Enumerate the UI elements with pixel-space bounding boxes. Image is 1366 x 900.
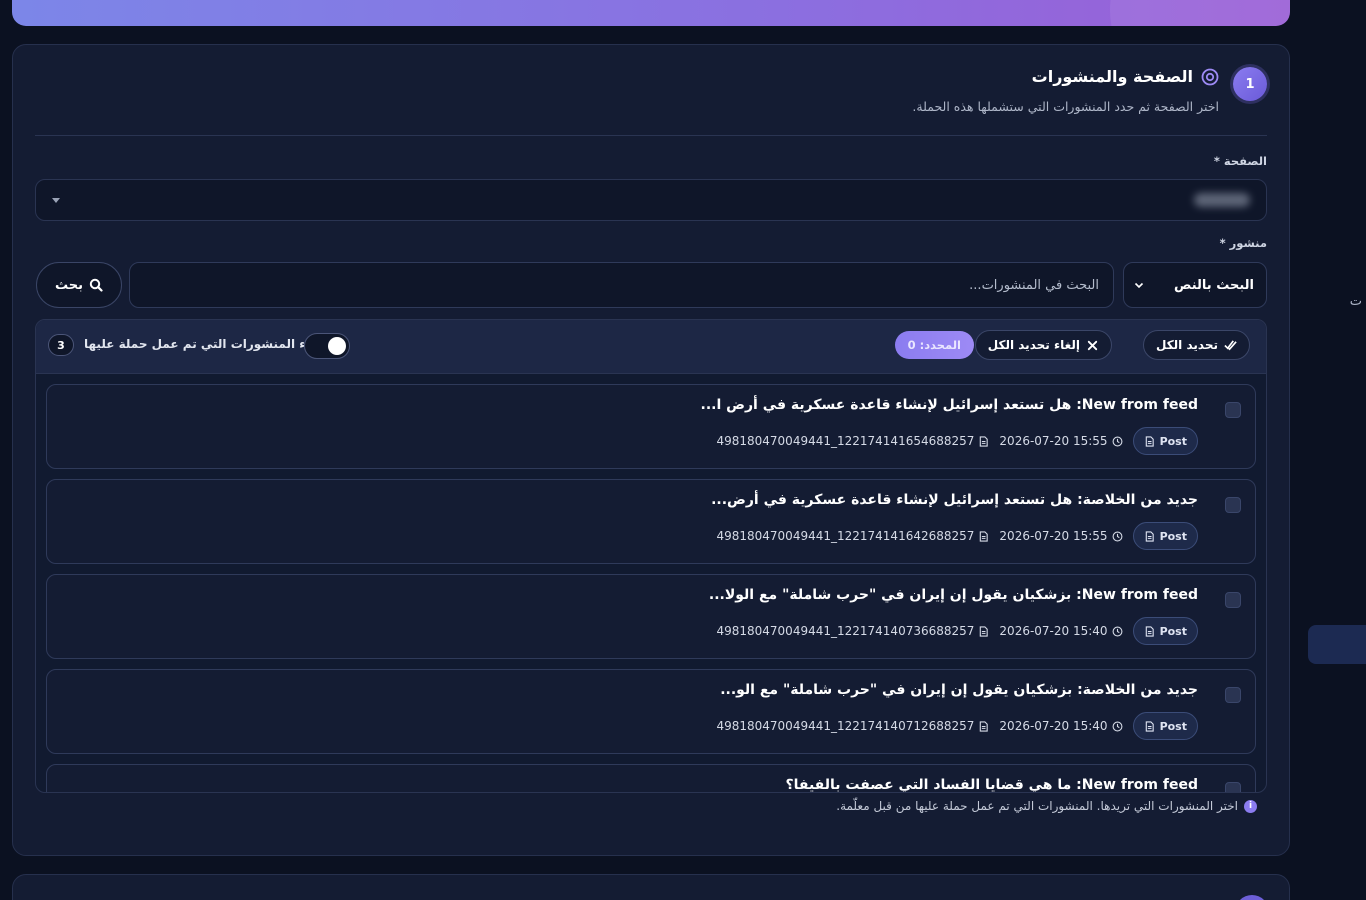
clock-icon [1112,531,1123,542]
step-badge: 1 [1233,67,1267,101]
next-section-card [12,874,1290,900]
section-subtitle: اختر الصفحة ثم حدد المنشورات التي ستشمله… [912,99,1219,114]
post-id-text: 498180470049441_122174140736688257 [716,624,975,638]
file-icon [978,435,989,447]
post-datetime-text: 2026-07-20 15:55 [999,434,1108,448]
post-datetime-text: 2026-07-20 15:55 [999,529,1108,543]
file-icon [1144,435,1155,447]
divider [35,135,1267,136]
post-id: 498180470049441_122174141654688257 [716,434,989,448]
post-meta: Post 2026-07-20 15:40 498180470049441_1221… [716,617,1198,645]
post-meta: Post 2026-07-20 15:40 498180470049441_1221… [716,712,1198,740]
chevron-down-icon [52,198,60,203]
double-check-icon [1224,339,1237,350]
post-type-label: Post [1159,719,1187,733]
post-id-text: 498180470049441_122174140712688257 [716,719,975,733]
selected-page-value [1194,193,1250,207]
hide-campaigned-label: إخفاء المنشورات التي تم عمل حملة عليها [84,337,332,351]
post-field-label: منشور * [1219,236,1267,250]
post-datetime: 2026-07-20 15:40 [999,719,1123,733]
post-datetime: 2026-07-20 15:40 [999,624,1123,638]
post-title: جديد من الخلاصة: هل تستعد إسرائيل لإنشاء… [711,492,1198,508]
post-item[interactable]: جديد من الخلاصة: بزشكيان يقول إن إيران ف… [46,669,1256,754]
hint-text: اختر المنشورات التي تريدها. المنشورات ال… [836,799,1238,813]
select-all-label: تحديد الكل [1155,338,1218,352]
file-icon [978,530,989,542]
post-meta: Post 2026-07-20 15:55 498180470049441_1221… [716,427,1198,455]
section-header: الصفحة والمنشورات [1032,67,1219,86]
post-item[interactable]: جديد من الخلاصة: هل تستعد إسرائيل لإنشاء… [46,479,1256,564]
hidden-count-badge: 3 [48,334,74,356]
post-type-label: Post [1159,529,1187,543]
post-title: New from feed: ما هي قضايا الفساد التي ع… [785,777,1198,793]
post-id: 498180470049441_122174140712688257 [716,719,989,733]
search-mode-select[interactable]: البحث بالنص [1123,262,1267,308]
post-type-badge: Post [1132,522,1198,550]
post-datetime: 2026-07-20 15:55 [999,529,1123,543]
chevron-down-icon [1134,282,1144,289]
post-datetime-text: 2026-07-20 15:40 [999,719,1108,733]
posts-hint: i اختر المنشورات التي تريدها. المنشورات … [836,799,1257,813]
page-field-label: الصفحة * [1213,154,1267,168]
target-icon [1201,68,1219,85]
page-select[interactable] [35,179,1267,221]
section-title: الصفحة والمنشورات [1031,67,1193,86]
post-id-text: 498180470049441_122174141654688257 [716,434,975,448]
search-mode-value: البحث بالنص [1174,277,1254,293]
search-icon [89,278,103,292]
post-id: 498180470049441_122174141642688257 [716,529,989,543]
post-title: New from feed: بزشكيان يقول إن إيران في … [708,587,1198,603]
post-item[interactable]: New from feed: هل تستعد إسرائيل لإنشاء ق… [46,384,1256,469]
clock-icon [1112,626,1123,637]
post-type-label: Post [1159,434,1187,448]
posts-toolbar: تحديد الكل إلغاء تحديد الكل المحدد: 0 3 … [36,320,1266,374]
post-type-badge: Post [1132,427,1198,455]
file-icon [978,720,989,732]
search-button-label: بحث [55,277,84,293]
post-checkbox[interactable] [1225,497,1241,513]
file-icon [1144,720,1155,732]
search-button[interactable]: بحث [36,262,122,308]
post-title: جديد من الخلاصة: بزشكيان يقول إن إيران ف… [720,682,1198,698]
side-panel-text: ت [1349,294,1362,309]
post-title: New from feed: هل تستعد إسرائيل لإنشاء ق… [700,397,1198,413]
clock-icon [1112,436,1123,447]
page-posts-section: 1 الصفحة والمنشورات اختر الصفحة ثم حدد ا… [12,44,1290,856]
post-checkbox[interactable] [1225,592,1241,608]
deselect-all-button[interactable]: إلغاء تحديد الكل [974,330,1112,360]
post-meta: Post 2026-07-20 15:55 498180470049441_1221… [716,522,1198,550]
post-datetime-text: 2026-07-20 15:40 [999,624,1108,638]
hide-campaigned-toggle[interactable] [304,333,350,359]
selected-count-badge: المحدد: 0 [894,331,974,359]
clock-icon [1112,721,1123,732]
post-id: 498180470049441_122174140736688257 [716,624,989,638]
file-icon [1144,625,1155,637]
info-icon: i [1244,799,1257,813]
close-icon [1087,340,1098,350]
post-type-badge: Post [1132,712,1198,740]
post-search-input[interactable] [129,262,1114,308]
post-id-text: 498180470049441_122174141642688257 [716,529,975,543]
side-panel-button[interactable] [1308,625,1366,664]
file-icon [1144,530,1155,542]
post-item[interactable]: New from feed: ما هي قضايا الفساد التي ع… [46,764,1256,793]
file-icon [978,625,989,637]
top-banner [12,0,1290,26]
post-type-badge: Post [1132,617,1198,645]
posts-panel: تحديد الكل إلغاء تحديد الكل المحدد: 0 3 … [35,319,1267,793]
post-type-label: Post [1159,624,1187,638]
post-checkbox[interactable] [1225,782,1241,792]
post-checkbox[interactable] [1225,402,1241,418]
post-datetime: 2026-07-20 15:55 [999,434,1123,448]
post-item[interactable]: New from feed: بزشكيان يقول إن إيران في … [46,574,1256,659]
deselect-all-label: إلغاء تحديد الكل [987,338,1080,352]
select-all-button[interactable]: تحديد الكل [1142,330,1250,360]
post-checkbox[interactable] [1225,687,1241,703]
